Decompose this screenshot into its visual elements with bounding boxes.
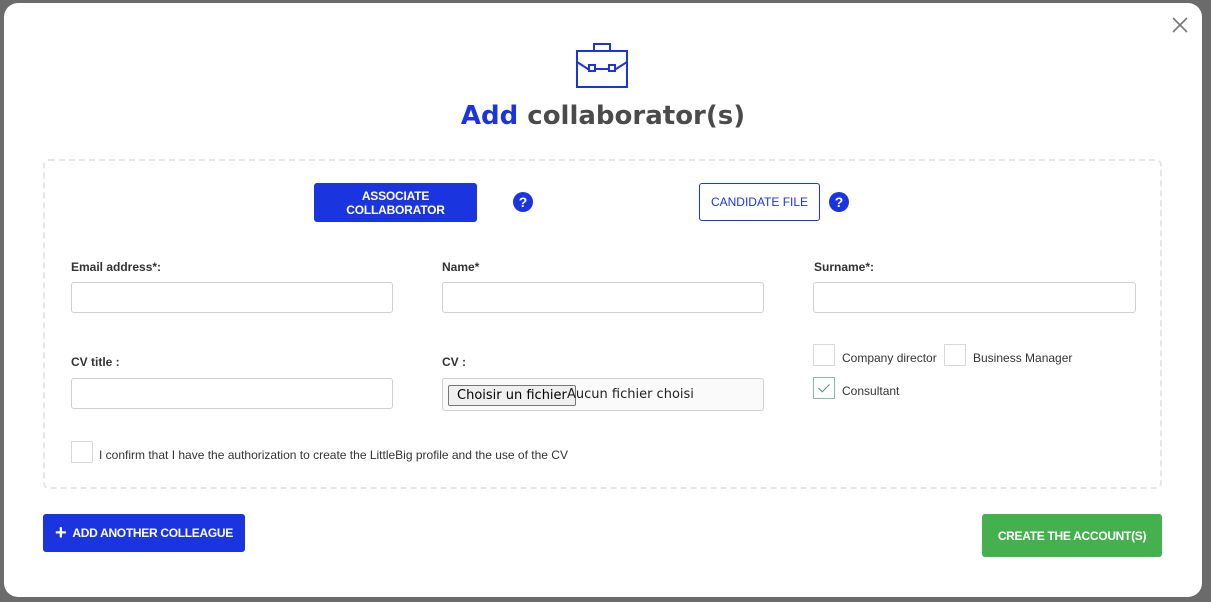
file-status: Aucun fichier choisi: [567, 387, 694, 402]
surname-field[interactable]: [813, 282, 1136, 313]
add-collaborator-modal: Add collaborator(s) ASSOCIATE COLLABORAT…: [4, 3, 1202, 597]
company-director-checkbox[interactable]: [813, 344, 835, 366]
email-field[interactable]: [71, 282, 393, 313]
consultant-label: Consultant: [842, 384, 900, 398]
cv-label: CV :: [442, 355, 466, 369]
company-director-label: Company director: [842, 351, 937, 365]
page-title: Add collaborator(s): [4, 101, 1202, 131]
close-icon[interactable]: [1170, 15, 1190, 35]
collaborator-form: ASSOCIATE COLLABORATOR ? CANDIDATE FILE …: [43, 159, 1162, 489]
add-another-colleague-button[interactable]: + ADD ANOTHER COLLEAGUE: [43, 514, 245, 552]
confirm-authorization-checkbox[interactable]: [71, 441, 93, 463]
consultant-checkbox[interactable]: [813, 377, 835, 399]
create-account-button[interactable]: CREATE THE ACCOUNT(S): [982, 514, 1162, 557]
title-rest: collaborator(s): [518, 101, 746, 131]
add-colleague-label: ADD ANOTHER COLLEAGUE: [72, 526, 233, 540]
cv-file-input: Choisir un fichier Aucun fichier choisi: [442, 378, 764, 411]
cv-title-label: CV title :: [71, 355, 120, 369]
surname-label: Surname*:: [814, 260, 875, 274]
briefcase-icon: [576, 43, 628, 88]
cv-title-field[interactable]: [71, 378, 393, 409]
business-manager-checkbox[interactable]: [944, 344, 966, 366]
candidate-file-button[interactable]: CANDIDATE FILE: [699, 183, 820, 221]
name-field[interactable]: [442, 282, 764, 313]
title-accent: Add: [460, 101, 519, 131]
check-icon: [817, 380, 831, 393]
question-circle-icon[interactable]: ?: [513, 192, 533, 212]
confirm-authorization-label: I confirm that I have the authorization …: [99, 448, 568, 462]
question-circle-icon[interactable]: ?: [829, 192, 849, 212]
email-label: Email address*:: [71, 260, 162, 274]
choose-file-button[interactable]: Choisir un fichier: [448, 385, 576, 406]
business-manager-label: Business Manager: [973, 351, 1073, 365]
plus-icon: +: [55, 522, 67, 544]
associate-collaborator-button[interactable]: ASSOCIATE COLLABORATOR: [314, 183, 477, 222]
name-label: Name*: [442, 260, 480, 274]
